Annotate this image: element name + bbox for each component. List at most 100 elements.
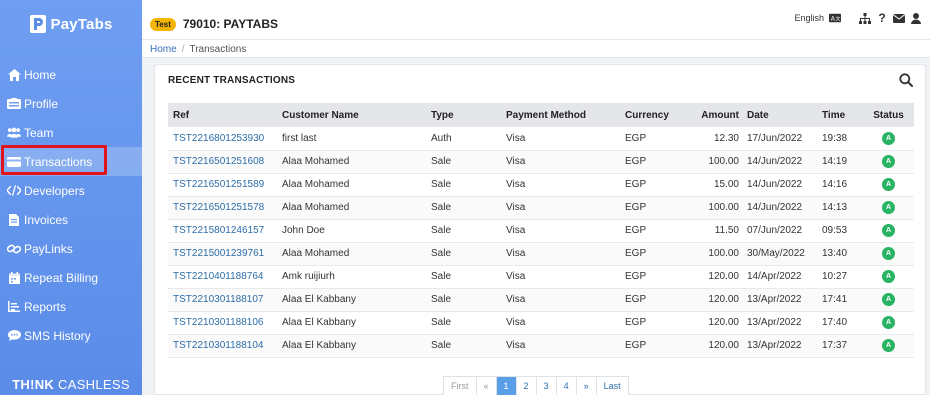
sidebar-item-label: Invoices	[24, 212, 69, 227]
top-header: Test 79010: PAYTABS English A文 ? Home / …	[142, 0, 930, 58]
transaction-ref-link[interactable]: TST2210301188106	[168, 311, 277, 335]
calendar-icon	[7, 271, 21, 284]
table-row[interactable]: TST2216801253930 first last Auth Visa EG…	[168, 127, 914, 151]
col-status[interactable]: Status	[863, 103, 914, 127]
table-row[interactable]: TST2210301188107 Alaa El Kabbany Sale Vi…	[168, 288, 914, 312]
transaction-type: Sale	[426, 288, 501, 312]
page-1[interactable]: 1	[496, 377, 517, 395]
sidebar-item-sms-history[interactable]: SMS History	[0, 321, 142, 350]
page-first[interactable]: First	[444, 377, 477, 395]
transaction-ref-link[interactable]: TST2215801246157	[168, 219, 277, 243]
users-icon	[7, 127, 21, 139]
transaction-ref-link[interactable]: TST2216501251608	[168, 150, 277, 174]
transactions-table: Ref Customer Name Type Payment Method Cu…	[168, 103, 914, 358]
transaction-ref-link[interactable]: TST2216501251589	[168, 173, 277, 197]
currency: EGP	[620, 311, 686, 335]
page-last[interactable]: Last	[597, 377, 628, 395]
col-customer[interactable]: Customer Name	[277, 103, 426, 127]
transaction-ref-link[interactable]: TST2210401188764	[168, 265, 277, 289]
currency: EGP	[620, 334, 686, 358]
date: 13/Apr/2022	[742, 334, 817, 358]
sidebar-item-home[interactable]: Home	[0, 60, 142, 89]
sidebar-item-paylinks[interactable]: PayLinks	[0, 234, 142, 263]
payment-method: Visa	[501, 265, 620, 289]
transaction-type: Sale	[426, 150, 501, 174]
table-row[interactable]: TST2216501251578 Alaa Mohamed Sale Visa …	[168, 196, 914, 220]
transaction-ref-link[interactable]: TST2210301188107	[168, 288, 277, 312]
col-time[interactable]: Time	[817, 103, 863, 127]
sidebar-item-label: Developers	[24, 183, 85, 198]
tagline-rest: CASHLESS	[54, 377, 130, 392]
payment-method: Visa	[501, 196, 620, 220]
sidebar-item-invoices[interactable]: Invoices	[0, 205, 142, 234]
header-tools: English A文 ?	[794, 11, 922, 25]
table-row[interactable]: TST2210301188104 Alaa El Kabbany Sale Vi…	[168, 334, 914, 358]
transaction-ref-link[interactable]: TST2215001239761	[168, 242, 277, 266]
date: 14/Jun/2022	[742, 173, 817, 197]
paytabs-logo[interactable]: PayTabs	[0, 0, 142, 48]
table-row[interactable]: TST2210401188764 Amk ruijiurh Sale Visa …	[168, 265, 914, 289]
date: 13/Apr/2022	[742, 311, 817, 335]
code-icon	[7, 185, 21, 197]
language-icon[interactable]: A文	[829, 12, 841, 24]
status-cell: A	[863, 150, 914, 174]
sidebar-nav: Home Profile Team Transactions Developer…	[0, 60, 142, 350]
col-date[interactable]: Date	[742, 103, 817, 127]
table-row[interactable]: TST2216501251608 Alaa Mohamed Sale Visa …	[168, 150, 914, 174]
envelope-icon[interactable]	[893, 12, 905, 24]
pagination: First « 1 2 3 4 » Last	[443, 376, 629, 395]
page-next[interactable]: »	[577, 377, 597, 395]
transaction-ref-link[interactable]: TST2210301188104	[168, 334, 277, 358]
home-icon	[7, 68, 21, 81]
page-4[interactable]: 4	[557, 377, 577, 395]
page-3[interactable]: 3	[537, 377, 557, 395]
tagline-bold: TH!NK	[12, 377, 55, 392]
recent-transactions-card: RECENT TRANSACTIONS Ref Customer Name Ty…	[154, 64, 926, 395]
sitemap-icon[interactable]	[859, 12, 871, 24]
table-row[interactable]: TST2216501251589 Alaa Mohamed Sale Visa …	[168, 173, 914, 197]
language-selector[interactable]: English	[794, 13, 824, 23]
date: 14/Apr/2022	[742, 265, 817, 289]
col-payment-method[interactable]: Payment Method	[501, 103, 620, 127]
col-type[interactable]: Type	[426, 103, 501, 127]
transaction-ref-link[interactable]: TST2216501251578	[168, 196, 277, 220]
date: 13/Apr/2022	[742, 288, 817, 312]
time: 10:27	[817, 265, 863, 289]
status-badge: A	[882, 270, 895, 283]
sidebar-item-team[interactable]: Team	[0, 118, 142, 147]
table-row[interactable]: TST2215801246157 John Doe Sale Visa EGP …	[168, 219, 914, 243]
transaction-type: Sale	[426, 265, 501, 289]
help-icon[interactable]: ?	[876, 11, 888, 25]
transaction-ref-link[interactable]: TST2216801253930	[168, 127, 277, 151]
currency: EGP	[620, 265, 686, 289]
time: 14:16	[817, 173, 863, 197]
col-ref[interactable]: Ref	[168, 103, 277, 127]
col-amount[interactable]: Amount	[686, 103, 742, 127]
amount: 120.00	[686, 288, 742, 312]
table-row[interactable]: TST2210301188106 Alaa El Kabbany Sale Vi…	[168, 311, 914, 335]
page-prev[interactable]: «	[477, 377, 497, 395]
page-2[interactable]: 2	[517, 377, 537, 395]
sidebar-item-reports[interactable]: Reports	[0, 292, 142, 321]
payment-method: Visa	[501, 150, 620, 174]
transaction-type: Sale	[426, 311, 501, 335]
user-icon[interactable]	[910, 12, 922, 24]
sidebar-item-profile[interactable]: Profile	[0, 89, 142, 118]
svg-text:文: 文	[835, 15, 840, 23]
amount: 11.50	[686, 219, 742, 243]
currency: EGP	[620, 127, 686, 151]
amount: 100.00	[686, 196, 742, 220]
breadcrumb-home[interactable]: Home	[150, 44, 177, 55]
customer-name: Amk ruijiurh	[277, 265, 426, 289]
col-currency[interactable]: Currency	[620, 103, 686, 127]
search-icon[interactable]	[899, 73, 913, 87]
status-badge: A	[882, 131, 895, 145]
currency: EGP	[620, 196, 686, 220]
brand-name: PayTabs	[50, 15, 113, 33]
sidebar-item-repeat-billing[interactable]: Repeat Billing	[0, 263, 142, 292]
customer-name: first last	[277, 127, 426, 151]
sidebar-item-developers[interactable]: Developers	[0, 176, 142, 205]
transaction-type: Sale	[426, 334, 501, 358]
customer-name: John Doe	[277, 219, 426, 243]
table-row[interactable]: TST2215001239761 Alaa Mohamed Sale Visa …	[168, 242, 914, 266]
